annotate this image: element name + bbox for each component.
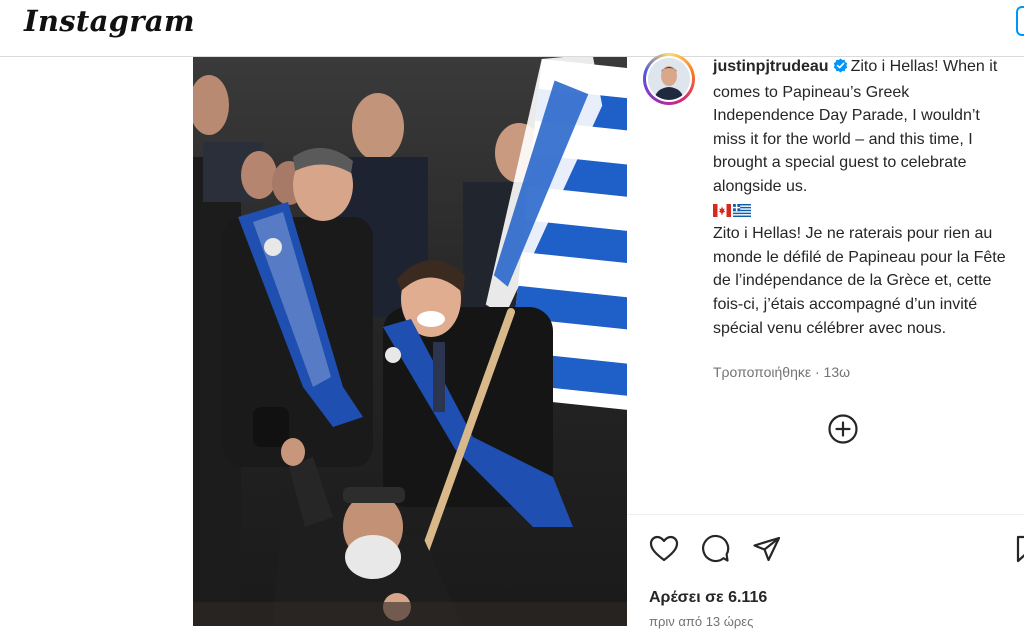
verified-badge-icon <box>833 57 848 81</box>
instagram-logo[interactable]: Instagram <box>24 4 195 38</box>
flag-emojis <box>713 199 1013 223</box>
username-link[interactable]: justinpjtrudeau <box>713 58 829 75</box>
comment-icon[interactable] <box>699 533 731 565</box>
edited-timestamp: Τροποποιήθηκε · 13ω <box>713 364 851 380</box>
post-caption: justinpjtrudeau Zito i Hellas! When it co… <box>713 55 1013 340</box>
save-icon[interactable] <box>1012 533 1024 565</box>
post-photo[interactable] <box>193 57 627 626</box>
caption-english: Zito i Hellas! When it comes to Papineau… <box>713 58 998 195</box>
post-sidebar: justinpjtrudeau Zito i Hellas! When it co… <box>627 53 1024 629</box>
post-time[interactable]: πριν από 13 ώρες <box>649 614 753 629</box>
canada-flag-icon <box>713 203 731 217</box>
plus-circle-icon[interactable] <box>827 413 859 445</box>
notification-button[interactable] <box>1016 6 1024 36</box>
avatar <box>648 58 690 100</box>
greece-flag-icon <box>733 203 751 217</box>
top-bar: Instagram <box>0 0 1024 57</box>
avatar-ring[interactable] <box>643 53 695 105</box>
heart-icon[interactable] <box>648 533 680 565</box>
caption-french: Zito i Hellas! Je ne raterais pour rien … <box>713 225 1006 337</box>
likes-count[interactable]: Αρέσει σε 6.116 <box>649 589 767 607</box>
divider <box>627 514 1024 515</box>
share-icon[interactable] <box>751 533 783 565</box>
